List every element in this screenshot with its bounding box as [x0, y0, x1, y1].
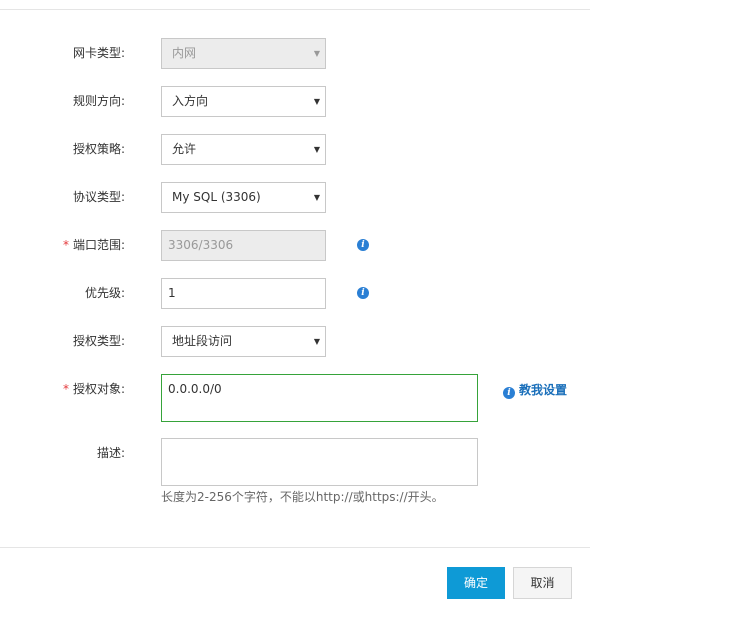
caret-down-icon: ▼ — [313, 337, 320, 346]
top-divider — [0, 9, 590, 10]
footer-divider — [0, 547, 590, 548]
port-range-input[interactable]: 3306/3306 — [161, 230, 326, 261]
priority-label: 优先级: — [84, 286, 125, 300]
port-range-label: * 端口范围: — [62, 238, 125, 252]
description-hint: 长度为2-256个字符，不能以http://或https://开头。 — [161, 490, 444, 504]
rule-direction-label: 规则方向: — [72, 94, 125, 108]
description-textarea[interactable] — [161, 438, 478, 486]
auth-object-value: 0.0.0.0/0 — [168, 382, 222, 396]
auth-type-label: 授权类型: — [72, 334, 125, 348]
auth-policy-label: 授权策略: — [72, 142, 125, 156]
auth-policy-select[interactable]: 允许 ▼ — [161, 134, 326, 165]
help-setup-link[interactable]: i 教我设置 — [503, 382, 567, 399]
protocol-type-label: 协议类型: — [72, 190, 125, 204]
priority-info-icon[interactable]: i — [357, 287, 369, 299]
caret-down-icon: ▼ — [313, 145, 320, 154]
info-icon: i — [503, 387, 515, 399]
auth-type-select[interactable]: 地址段访问 ▼ — [161, 326, 326, 357]
required-marker: * — [62, 382, 69, 396]
confirm-button[interactable]: 确定 — [447, 567, 505, 599]
port-range-value: 3306/3306 — [168, 238, 234, 252]
priority-value: 1 — [168, 286, 176, 300]
caret-down-icon: ▼ — [313, 193, 320, 202]
priority-input[interactable]: 1 — [161, 278, 326, 309]
rule-direction-value: 入方向 — [172, 94, 209, 108]
nic-type-label: 网卡类型: — [72, 46, 125, 60]
auth-object-label: * 授权对象: — [62, 382, 125, 396]
caret-down-icon: ▼ — [313, 49, 320, 58]
port-range-info-icon[interactable]: i — [357, 239, 369, 251]
protocol-type-value: My SQL (3306) — [172, 190, 261, 204]
auth-object-textarea[interactable]: 0.0.0.0/0 — [161, 374, 478, 422]
rule-direction-select[interactable]: 入方向 ▼ — [161, 86, 326, 117]
required-marker: * — [62, 238, 69, 252]
auth-type-value: 地址段访问 — [172, 334, 233, 348]
protocol-type-select[interactable]: My SQL (3306) ▼ — [161, 182, 326, 213]
auth-policy-value: 允许 — [172, 142, 197, 156]
help-setup-link-label: 教我设置 — [519, 383, 568, 397]
cancel-button[interactable]: 取消 — [513, 567, 572, 599]
caret-down-icon: ▼ — [313, 97, 320, 106]
nic-type-value: 内网 — [172, 46, 197, 60]
description-label: 描述: — [96, 446, 125, 460]
nic-type-select[interactable]: 内网 ▼ — [161, 38, 326, 69]
